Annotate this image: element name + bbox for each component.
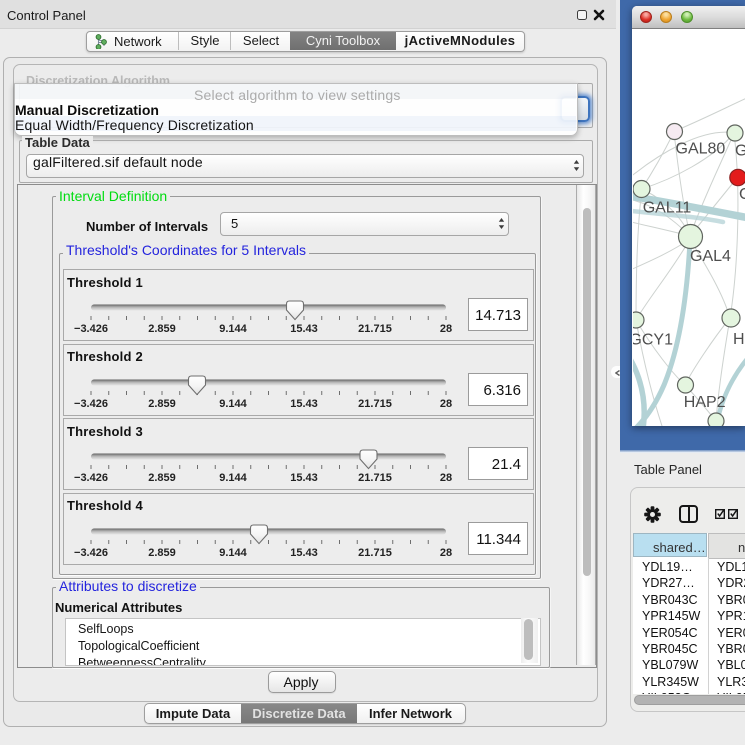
svg-text:GAL80: GAL80	[676, 141, 726, 158]
svg-text:GCY1: GCY1	[633, 332, 673, 349]
svg-text:−3.426: −3.426	[74, 323, 108, 335]
svg-text:28: 28	[440, 472, 452, 484]
svg-text:9.144: 9.144	[219, 472, 247, 484]
svg-text:15.43: 15.43	[290, 398, 318, 410]
svg-text:15.43: 15.43	[290, 323, 318, 335]
svg-text:−3.426: −3.426	[74, 547, 108, 559]
svg-text:2.859: 2.859	[148, 547, 176, 559]
svg-text:−3.426: −3.426	[74, 398, 108, 410]
svg-text:GAL11: GAL11	[643, 200, 692, 217]
svg-text:21.715: 21.715	[358, 472, 392, 484]
svg-text:GAL4: GAL4	[690, 248, 731, 265]
svg-text:9.144: 9.144	[219, 398, 247, 410]
svg-text:C: C	[739, 186, 745, 203]
svg-text:2.859: 2.859	[148, 398, 176, 410]
svg-text:H: H	[733, 331, 745, 348]
svg-text:G: G	[735, 143, 745, 160]
svg-text:21.715: 21.715	[358, 323, 392, 335]
svg-text:28: 28	[440, 547, 452, 559]
svg-text:15.43: 15.43	[290, 547, 318, 559]
svg-text:HAP2: HAP2	[684, 394, 726, 411]
svg-text:−3.426: −3.426	[74, 472, 108, 484]
svg-text:28: 28	[440, 323, 452, 335]
svg-text:9.144: 9.144	[219, 323, 247, 335]
svg-text:21.715: 21.715	[358, 547, 392, 559]
svg-text:2.859: 2.859	[148, 323, 176, 335]
svg-text:15.43: 15.43	[290, 472, 318, 484]
svg-text:2.859: 2.859	[148, 472, 176, 484]
svg-text:9.144: 9.144	[219, 547, 247, 559]
svg-text:28: 28	[440, 398, 452, 410]
svg-text:21.715: 21.715	[358, 398, 392, 410]
